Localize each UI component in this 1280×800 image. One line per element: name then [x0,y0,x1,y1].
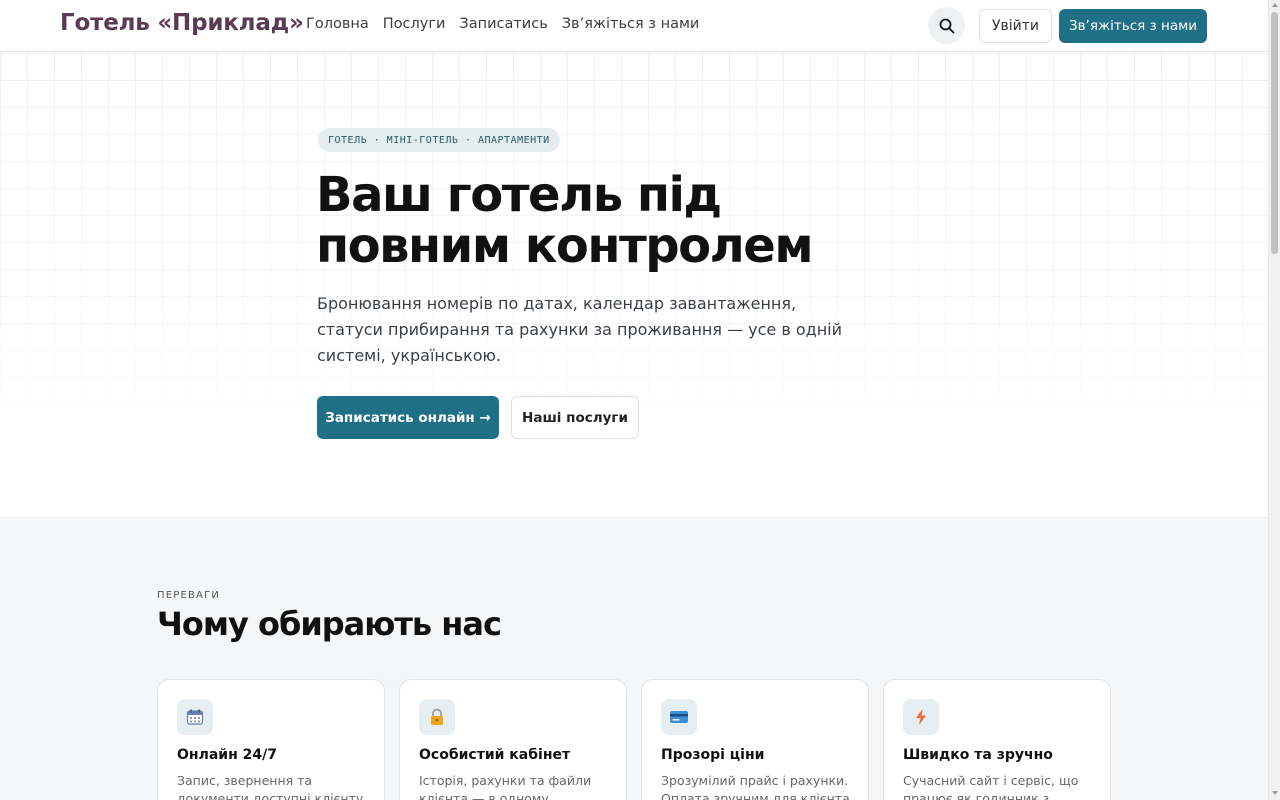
nav-book[interactable]: Записатись [459,16,547,32]
lightning-icon [903,699,939,735]
advantages-section: ПЕРЕВАГИ Чому обирають нас Онлайн 24/7 З… [0,517,1268,800]
page-scrollbar[interactable] [1268,0,1280,800]
contact-button[interactable]: Зв’яжіться з нами [1059,9,1207,43]
scrollbar-thumb[interactable] [1271,12,1278,254]
card-title: Особистий кабінет [419,747,571,763]
hero-title-line1: Ваш готель під [316,167,722,223]
brand-logo[interactable]: Готель «Приклад» [60,10,304,36]
advantage-card: Онлайн 24/7 Запис, звернення та документ… [157,679,385,800]
nav-home[interactable]: Головна [306,16,369,32]
book-online-button[interactable]: Записатись онлайн → [317,396,499,439]
hero-subtitle: Бронювання номерів по датах, календар за… [317,294,843,365]
card-text: Запис, звернення та документи доступні к… [177,773,364,800]
category-pill: ГОТЕЛЬ · МІНІ-ГОТЕЛЬ · АПАРТАМЕНТИ [318,128,560,152]
nav-services[interactable]: Послуги [383,16,446,32]
main-nav: Головна Послуги Записатись Зв’яжіться з … [306,16,699,32]
scroll-up-arrow-icon[interactable] [1272,3,1278,7]
card-title: Швидко та зручно [903,747,1053,763]
hero-title: Ваш готель під повним контролем [316,170,956,272]
advantage-card: Особистий кабінет Історія, рахунки та фа… [399,679,627,800]
advantage-card: Прозорі ціни Зрозумілий прайс і рахунки.… [641,679,869,800]
card-text: Зрозумілий прайс і рахунки. Оплата зручн… [661,773,850,800]
calendar-icon [177,699,213,735]
search-button[interactable] [928,7,965,44]
our-services-button[interactable]: Наші послуги [511,396,639,439]
card-title: Прозорі ціни [661,747,765,763]
card-text: Сучасний сайт і сервіс, що працює як год… [903,773,1079,800]
card-text: Історія, рахунки та файли клієнта — в од… [419,773,592,800]
login-button[interactable]: Увійти [979,9,1052,43]
nav-contact[interactable]: Зв’яжіться з нами [562,16,700,32]
section-label: ПЕРЕВАГИ [157,590,221,601]
card-title: Онлайн 24/7 [177,747,277,763]
lock-icon [419,699,455,735]
hero-title-line2: повним контролем [316,218,814,274]
section-title: Чому обирають нас [157,605,502,643]
advantage-card: Швидко та зручно Сучасний сайт і сервіс,… [883,679,1111,800]
grid-background [0,53,1268,517]
site-header: Готель «Приклад» Головна Послуги Записат… [0,0,1268,52]
search-icon [939,18,954,33]
scroll-down-arrow-icon[interactable] [1272,791,1278,795]
credit-card-icon [661,699,697,735]
hero-section: ГОТЕЛЬ · МІНІ-ГОТЕЛЬ · АПАРТАМЕНТИ Ваш г… [0,53,1268,517]
